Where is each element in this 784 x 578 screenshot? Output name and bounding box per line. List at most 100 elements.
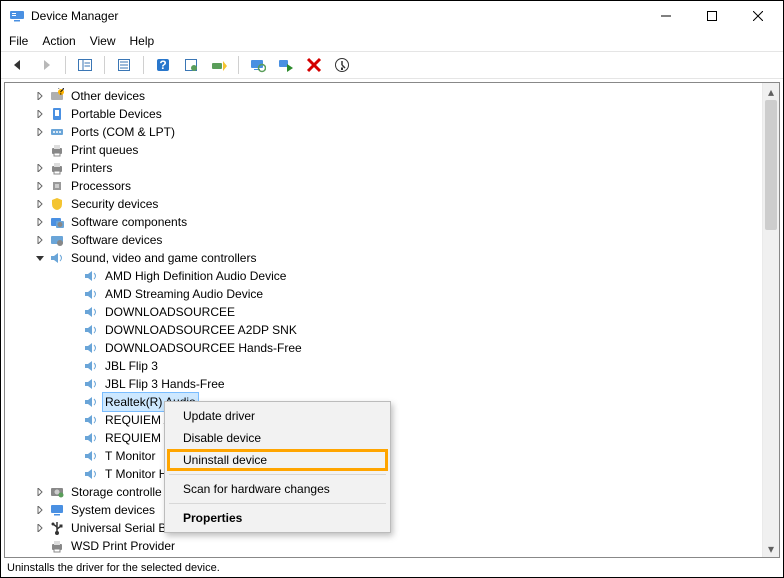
context-menu-item-properties[interactable]: Properties xyxy=(167,507,388,529)
context-menu-item-uninstall-device[interactable]: Uninstall device xyxy=(167,449,388,471)
tree-node-label: Processors xyxy=(69,177,133,195)
tree-node-label: AMD Streaming Audio Device xyxy=(103,285,265,303)
tree-node-child-6[interactable]: JBL Flip 3 Hands-Free xyxy=(5,375,779,393)
maximize-button[interactable] xyxy=(689,1,735,31)
show-hide-tree-button[interactable] xyxy=(74,54,96,76)
printer-icon xyxy=(49,160,65,176)
port-icon xyxy=(49,124,65,140)
tree-node-top-2[interactable]: Ports (COM & LPT) xyxy=(5,123,779,141)
back-button[interactable] xyxy=(7,54,29,76)
uninstall-device-button[interactable] xyxy=(303,54,325,76)
chevron-right-icon[interactable] xyxy=(33,485,47,499)
device-tree[interactable]: ?Other devicesPortable DevicesPorts (COM… xyxy=(5,83,779,557)
tree-node-top-3[interactable]: Print queues xyxy=(5,141,779,159)
tree-node-child-8[interactable]: REQUIEM A2 xyxy=(5,411,779,429)
scroll-down-icon[interactable]: ▾ xyxy=(763,540,779,557)
context-menu-item-disable-device[interactable]: Disable device xyxy=(167,427,388,449)
tree-node-child-9[interactable]: REQUIEM Ha xyxy=(5,429,779,447)
chevron-right-icon[interactable] xyxy=(33,107,47,121)
forward-button[interactable] xyxy=(35,54,57,76)
sound-icon xyxy=(83,286,99,302)
show-hidden-button[interactable] xyxy=(331,54,353,76)
context-menu-item-update-driver[interactable]: Update driver xyxy=(167,405,388,427)
tree-node-bottom-3[interactable]: WSD Print Provider xyxy=(5,537,779,555)
sound-icon xyxy=(83,448,99,464)
tree-node-sound-controllers[interactable]: Sound, video and game controllers xyxy=(5,249,779,267)
action-button[interactable] xyxy=(180,54,202,76)
tree-node-child-3[interactable]: DOWNLOADSOURCEE A2DP SNK xyxy=(5,321,779,339)
menubar: File Action View Help xyxy=(1,31,783,51)
chevron-right-icon[interactable] xyxy=(33,233,47,247)
chevron-right-icon[interactable] xyxy=(33,215,47,229)
tree-node-label: DOWNLOADSOURCEE xyxy=(103,303,237,321)
context-menu-separator xyxy=(169,503,386,504)
sound-icon xyxy=(83,358,99,374)
toolbar-separator xyxy=(65,56,66,74)
scroll-thumb[interactable] xyxy=(765,100,777,230)
disable-device-button[interactable] xyxy=(275,54,297,76)
menu-help[interactable]: Help xyxy=(130,34,155,48)
tree-node-label: DOWNLOADSOURCEE A2DP SNK xyxy=(103,321,299,339)
tree-node-child-5[interactable]: JBL Flip 3 xyxy=(5,357,779,375)
tree-node-child-0[interactable]: AMD High Definition Audio Device xyxy=(5,267,779,285)
tree-node-child-2[interactable]: DOWNLOADSOURCEE xyxy=(5,303,779,321)
tree-node-top-6[interactable]: Security devices xyxy=(5,195,779,213)
tree-node-child-7[interactable]: Realtek(R) Audio xyxy=(5,393,779,411)
menu-file[interactable]: File xyxy=(9,34,28,48)
tree-node-label: Portable Devices xyxy=(69,105,164,123)
tree-node-bottom-0[interactable]: Storage controlle xyxy=(5,483,779,501)
tree-node-label: Ports (COM & LPT) xyxy=(69,123,177,141)
tree-node-top-8[interactable]: Software devices xyxy=(5,231,779,249)
cpu-icon xyxy=(49,178,65,194)
sound-icon xyxy=(83,322,99,338)
swdev-icon xyxy=(49,232,65,248)
sound-icon xyxy=(83,430,99,446)
system-icon xyxy=(49,502,65,518)
close-button[interactable] xyxy=(735,1,781,31)
context-menu-item-scan-for-hardware-changes[interactable]: Scan for hardware changes xyxy=(167,478,388,500)
tree-node-top-5[interactable]: Processors xyxy=(5,177,779,195)
update-driver-button[interactable] xyxy=(208,54,230,76)
usb-icon xyxy=(49,520,65,536)
scrollbar[interactable]: ▴ ▾ xyxy=(762,83,779,557)
toolbar-separator xyxy=(238,56,239,74)
minimize-button[interactable] xyxy=(643,1,689,31)
tree-node-top-7[interactable]: Software components xyxy=(5,213,779,231)
sound-icon xyxy=(83,394,99,410)
chevron-right-icon[interactable] xyxy=(33,125,47,139)
statusbar: Uninstalls the driver for the selected d… xyxy=(1,561,783,577)
tree-node-child-11[interactable]: T Monitor Ha xyxy=(5,465,779,483)
scan-hardware-button[interactable] xyxy=(247,54,269,76)
scroll-up-icon[interactable]: ▴ xyxy=(763,83,779,100)
tree-node-child-10[interactable]: T Monitor xyxy=(5,447,779,465)
tree-node-label: Universal Serial B xyxy=(69,519,168,537)
menu-action[interactable]: Action xyxy=(42,34,75,48)
help-button[interactable]: ? xyxy=(152,54,174,76)
sound-icon xyxy=(83,412,99,428)
chevron-right-icon[interactable] xyxy=(33,521,47,535)
tree-node-child-1[interactable]: AMD Streaming Audio Device xyxy=(5,285,779,303)
properties-button[interactable] xyxy=(113,54,135,76)
sound-icon xyxy=(49,250,65,266)
tree-node-bottom-1[interactable]: System devices xyxy=(5,501,779,519)
tree-node-child-4[interactable]: DOWNLOADSOURCEE Hands-Free xyxy=(5,339,779,357)
chevron-right-icon[interactable] xyxy=(33,89,47,103)
titlebar: Device Manager xyxy=(1,1,783,31)
storage-icon xyxy=(49,484,65,500)
tree-node-top-1[interactable]: Portable Devices xyxy=(5,105,779,123)
tree-node-label: Other devices xyxy=(69,87,147,105)
chevron-right-icon[interactable] xyxy=(33,503,47,517)
tree-node-top-4[interactable]: Printers xyxy=(5,159,779,177)
window-title: Device Manager xyxy=(31,9,643,23)
tree-node-label: Print queues xyxy=(69,141,140,159)
tree-node-bottom-2[interactable]: Universal Serial B xyxy=(5,519,779,537)
chevron-down-icon[interactable] xyxy=(33,251,47,265)
chevron-right-icon[interactable] xyxy=(33,197,47,211)
sound-icon xyxy=(83,376,99,392)
chevron-right-icon[interactable] xyxy=(33,161,47,175)
tree-node-label: Security devices xyxy=(69,195,160,213)
print-icon xyxy=(49,142,65,158)
tree-node-top-0[interactable]: ?Other devices xyxy=(5,87,779,105)
chevron-right-icon[interactable] xyxy=(33,179,47,193)
menu-view[interactable]: View xyxy=(90,34,116,48)
